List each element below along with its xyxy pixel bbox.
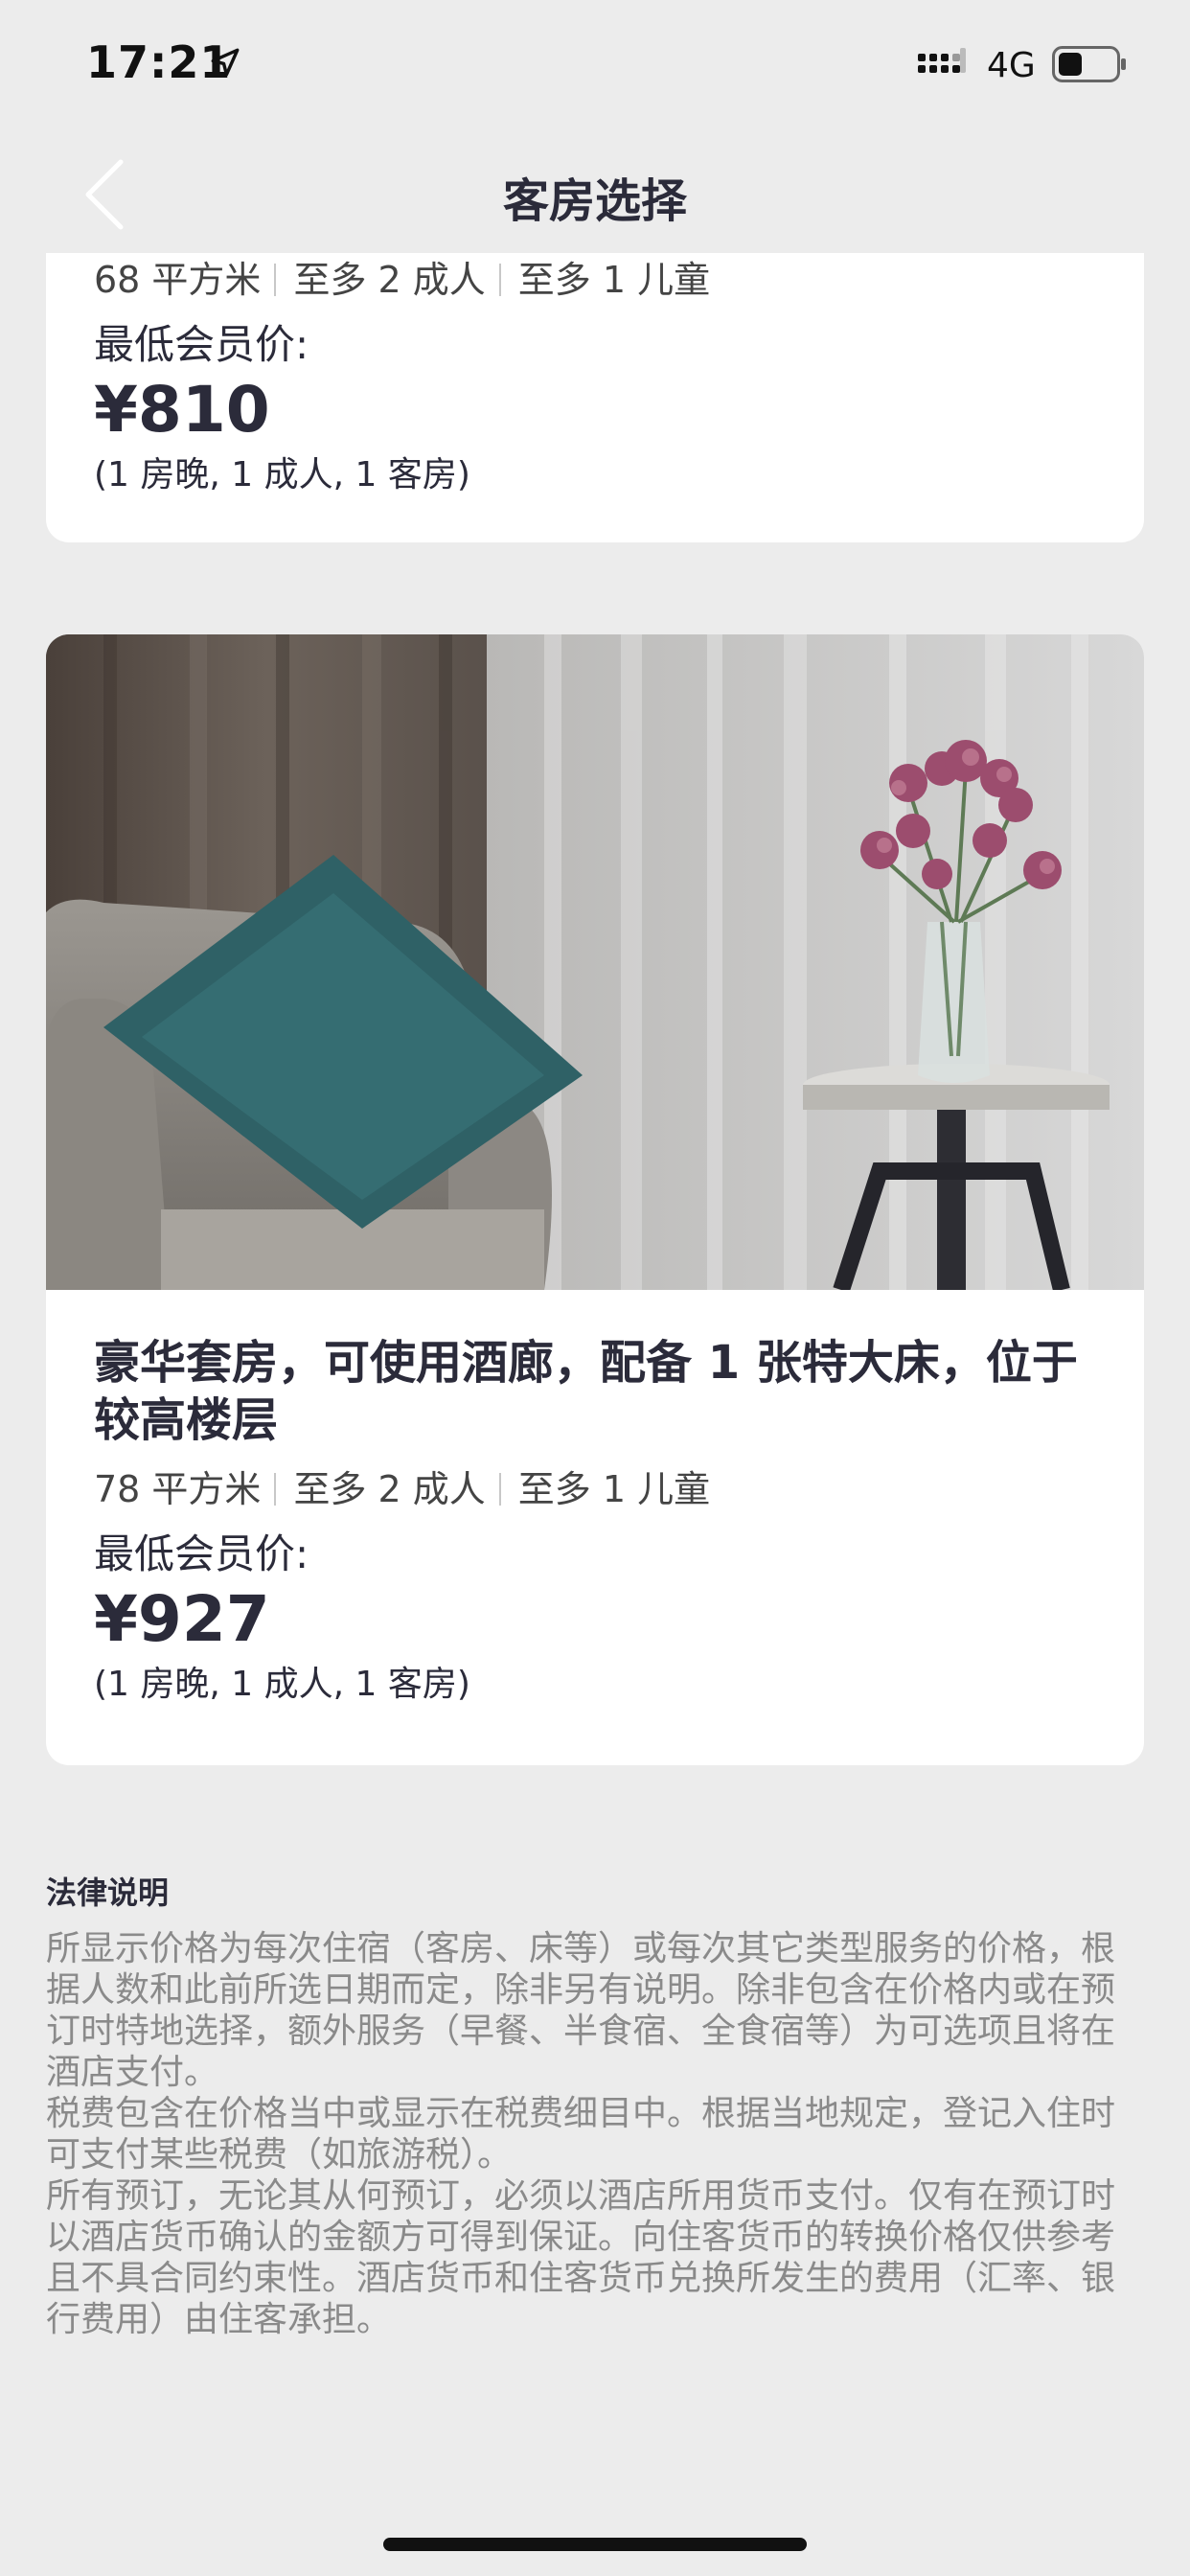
location-arrow-icon [211, 48, 240, 77]
screen: 17:21 4G 客房选择 68 平方米 至多 2 成人 至多 1 儿童 最低会… [0, 0, 1190, 2576]
price-label: 最低会员价: [94, 321, 309, 368]
home-indicator[interactable] [383, 2538, 807, 2551]
room-card-body: 豪华套房，可使用酒廊，配备 1 张特大床，位于较高楼层 78 平方米 至多 2 … [94, 1334, 1096, 1712]
room-card[interactable]: 豪华套房，可使用酒廊，配备 1 张特大床，位于较高楼层 78 平方米 至多 2 … [46, 634, 1144, 1765]
nav-bar: 客房选择 [0, 134, 1190, 253]
meta-divider [274, 1473, 277, 1506]
price-label: 最低会员价: [94, 1530, 309, 1577]
room-card[interactable]: 68 平方米 至多 2 成人 至多 1 儿童 最低会员价: ¥810 (1 房晚… [46, 253, 1144, 542]
legal-text: 所显示价格为每次住宿（客房、床等）或每次其它类型服务的价格，根据人数和此前所选日… [46, 1928, 1148, 2340]
meta-divider [498, 1473, 501, 1506]
room-meta: 68 平方米 至多 2 成人 至多 1 儿童 [94, 253, 1096, 307]
room-max-children: 至多 1 儿童 [517, 1468, 711, 1510]
room-max-children: 至多 1 儿童 [517, 259, 711, 301]
room-area: 68 平方米 [94, 259, 262, 301]
page-title: 客房选择 [502, 174, 687, 228]
meta-divider [498, 264, 501, 296]
meta-divider [274, 264, 277, 296]
legal-title: 法律说明 [46, 1874, 170, 1911]
room-meta: 78 平方米 至多 2 成人 至多 1 儿童 [94, 1462, 1096, 1516]
cellular-signal-icon [918, 48, 966, 73]
network-label: 4G [987, 46, 1036, 85]
price-note: (1 房晚, 1 成人, 1 客房) [94, 1665, 470, 1704]
room-name: 豪华套房，可使用酒廊，配备 1 张特大床，位于较高楼层 [94, 1336, 1078, 1447]
room-card-body: 68 平方米 至多 2 成人 至多 1 儿童 最低会员价: ¥810 (1 房晚… [94, 253, 1096, 502]
legal-paragraph: 所显示价格为每次住宿（客房、床等）或每次其它类型服务的价格，根据人数和此前所选日… [46, 1929, 1116, 2092]
legal-paragraph: 所有预订，无论其从何预订，必须以酒店所用货币支付。仅有在预订时以酒店货币确认的金… [46, 2176, 1116, 2339]
price-value: ¥927 [94, 1582, 270, 1656]
status-bar: 17:21 4G [0, 0, 1190, 134]
room-max-adults: 至多 2 成人 [293, 1468, 486, 1510]
price-note: (1 房晚, 1 成人, 1 客房) [94, 455, 470, 494]
room-max-adults: 至多 2 成人 [293, 259, 486, 301]
battery-icon [1052, 46, 1126, 82]
price-value: ¥810 [94, 373, 270, 447]
legal-paragraph: 税费包含在价格当中或显示在税费细目中。根据当地规定，登记入住时可支付某些税费（如… [46, 2094, 1116, 2174]
room-photo [46, 634, 1144, 1290]
room-area: 78 平方米 [94, 1468, 262, 1510]
